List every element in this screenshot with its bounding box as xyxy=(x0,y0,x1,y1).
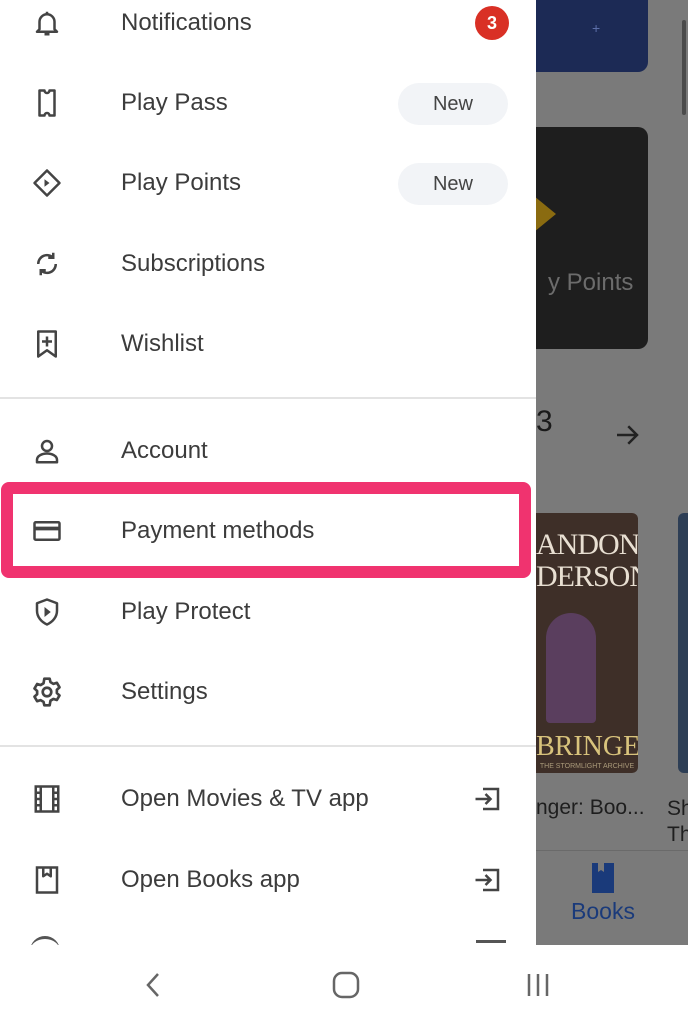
drawer-divider xyxy=(0,397,536,399)
ticket-icon xyxy=(27,83,67,123)
drawer-item-play-points[interactable]: Play Points New xyxy=(0,143,536,223)
drawer-item-label: Play Protect xyxy=(121,598,251,625)
drawer-divider xyxy=(0,745,536,747)
drawer-item-label: Open Movies & TV app xyxy=(121,785,369,812)
drawer-item-label: Play Points xyxy=(121,169,242,196)
recents-icon[interactable] xyxy=(518,965,558,1005)
play-points-tile-text: y Points xyxy=(548,269,634,296)
book-tab-icon xyxy=(592,863,614,893)
shield-play-icon xyxy=(27,592,67,632)
drawer-item-subscriptions[interactable]: Subscriptions xyxy=(0,224,536,304)
section-heading: 3 xyxy=(536,405,553,438)
highlight-box xyxy=(1,482,531,578)
partial-item-icon xyxy=(30,936,60,945)
book-cover-2 xyxy=(678,513,688,773)
open-app-icon xyxy=(468,860,508,900)
drawer-item-label: Account xyxy=(121,437,208,464)
person-icon xyxy=(27,431,67,471)
gear-icon xyxy=(27,672,67,712)
drawer-item-label: Subscriptions xyxy=(121,250,266,277)
drawer-item-open-books[interactable]: Open Books app xyxy=(0,840,536,920)
bottom-tab-books-label: Books xyxy=(571,898,635,924)
drawer-item-notifications[interactable]: Notifications 3 xyxy=(0,0,536,63)
play-points-logo xyxy=(536,191,556,237)
drawer-item-wishlist[interactable]: Wishlist xyxy=(0,304,536,384)
scrollbar xyxy=(682,20,686,115)
new-chip: New xyxy=(398,163,508,205)
play-points-tile: y Points xyxy=(536,127,648,349)
drawer-item-play-pass[interactable]: Play Pass New xyxy=(0,63,536,143)
drawer-item-label: Notifications xyxy=(121,9,252,36)
book-cover-author: ANDON DERSON xyxy=(536,528,638,593)
promo-tile: + xyxy=(536,0,648,72)
bookmark-add-icon xyxy=(27,324,67,364)
back-icon[interactable] xyxy=(134,965,174,1005)
drawer-item-label: Settings xyxy=(121,678,208,705)
drawer-item-play-protect[interactable]: Play Protect xyxy=(0,572,536,652)
drawer-item-label: Wishlist xyxy=(121,330,204,357)
background-app-scrim[interactable]: + y Points 3 ANDON DERSON BRINGER THE ST… xyxy=(536,0,688,945)
book-cover-subtitle: THE STORMLIGHT ARCHIVE xyxy=(539,763,635,770)
book-cover: ANDON DERSON BRINGER THE STORMLIGHT ARCH… xyxy=(536,513,638,773)
navigation-drawer: Notifications 3 Play Pass New Play Point… xyxy=(0,0,536,945)
bottom-tab-books[interactable]: Books xyxy=(558,862,648,925)
bell-icon xyxy=(27,3,67,43)
drawer-item-label: Open Books app xyxy=(121,866,300,893)
book-title: nger: Boo... xyxy=(536,796,645,819)
arrow-right-icon xyxy=(612,420,642,450)
sync-icon xyxy=(27,244,67,284)
new-chip: New xyxy=(398,83,508,125)
film-icon xyxy=(27,779,67,819)
diamond-icon xyxy=(27,163,67,203)
drawer-item-label: Play Pass xyxy=(121,89,228,116)
notification-count-badge: 3 xyxy=(475,6,509,40)
home-icon[interactable] xyxy=(326,965,366,1005)
book-cover-title: BRINGER xyxy=(536,731,638,762)
book-title-2-line1: Sh xyxy=(667,797,688,820)
drawer-item-open-movies-tv[interactable]: Open Movies & TV app xyxy=(0,759,536,839)
book-title-2: Sh Th xyxy=(667,796,688,848)
drawer-item-account[interactable]: Account xyxy=(0,411,536,491)
system-nav-bar xyxy=(0,945,688,1024)
open-app-icon xyxy=(468,779,508,819)
partial-item-trailing-icon xyxy=(476,940,506,943)
book-cover-figure xyxy=(546,613,596,723)
book-title-2-line2: Th xyxy=(667,823,688,846)
bottom-nav-divider xyxy=(536,850,688,851)
drawer-item-settings[interactable]: Settings xyxy=(0,652,536,732)
book-icon xyxy=(27,860,67,900)
